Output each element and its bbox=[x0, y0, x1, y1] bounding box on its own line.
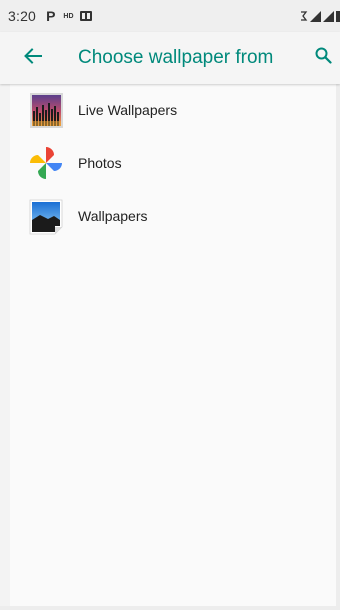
list-item-photos[interactable]: Photos bbox=[0, 137, 340, 190]
app-bar: Choose wallpaper from bbox=[0, 32, 340, 84]
list-item-wallpapers[interactable]: Wallpapers bbox=[0, 190, 340, 243]
page-title: Choose wallpaper from bbox=[78, 47, 274, 68]
hd-voice-icon: HD bbox=[63, 12, 74, 20]
signal-strength-icon bbox=[310, 10, 321, 22]
list-item-label: Wallpapers bbox=[78, 208, 148, 224]
live-wallpapers-icon bbox=[27, 91, 65, 129]
wallpaper-source-list: Live Wallpapers Photos Wallpapers bbox=[0, 84, 340, 243]
list-item-label: Live Wallpapers bbox=[78, 102, 178, 118]
screen-record-icon bbox=[79, 11, 92, 21]
wallpapers-landscape-icon bbox=[27, 197, 65, 235]
parking-notification-icon: P bbox=[46, 8, 56, 24]
search-button[interactable] bbox=[310, 45, 336, 71]
battery-icon bbox=[336, 10, 340, 22]
list-item-live-wallpapers[interactable]: Live Wallpapers bbox=[0, 84, 340, 137]
photos-pinwheel-icon bbox=[27, 144, 65, 182]
status-icons-right bbox=[300, 0, 340, 32]
status-bar: 3:20 P HD bbox=[0, 0, 340, 32]
network-type-icon bbox=[300, 10, 308, 22]
signal-strength-icon-2 bbox=[323, 10, 334, 22]
status-time: 3:20 bbox=[8, 8, 37, 24]
arrow-back-icon bbox=[24, 47, 42, 69]
back-button[interactable] bbox=[20, 45, 46, 71]
wallpaper-picker-screen: 3:20 P HD Choose wallpaper from Live Wal… bbox=[0, 0, 340, 610]
search-icon bbox=[315, 47, 332, 69]
bottom-edge bbox=[0, 606, 340, 610]
list-item-label: Photos bbox=[78, 155, 122, 171]
